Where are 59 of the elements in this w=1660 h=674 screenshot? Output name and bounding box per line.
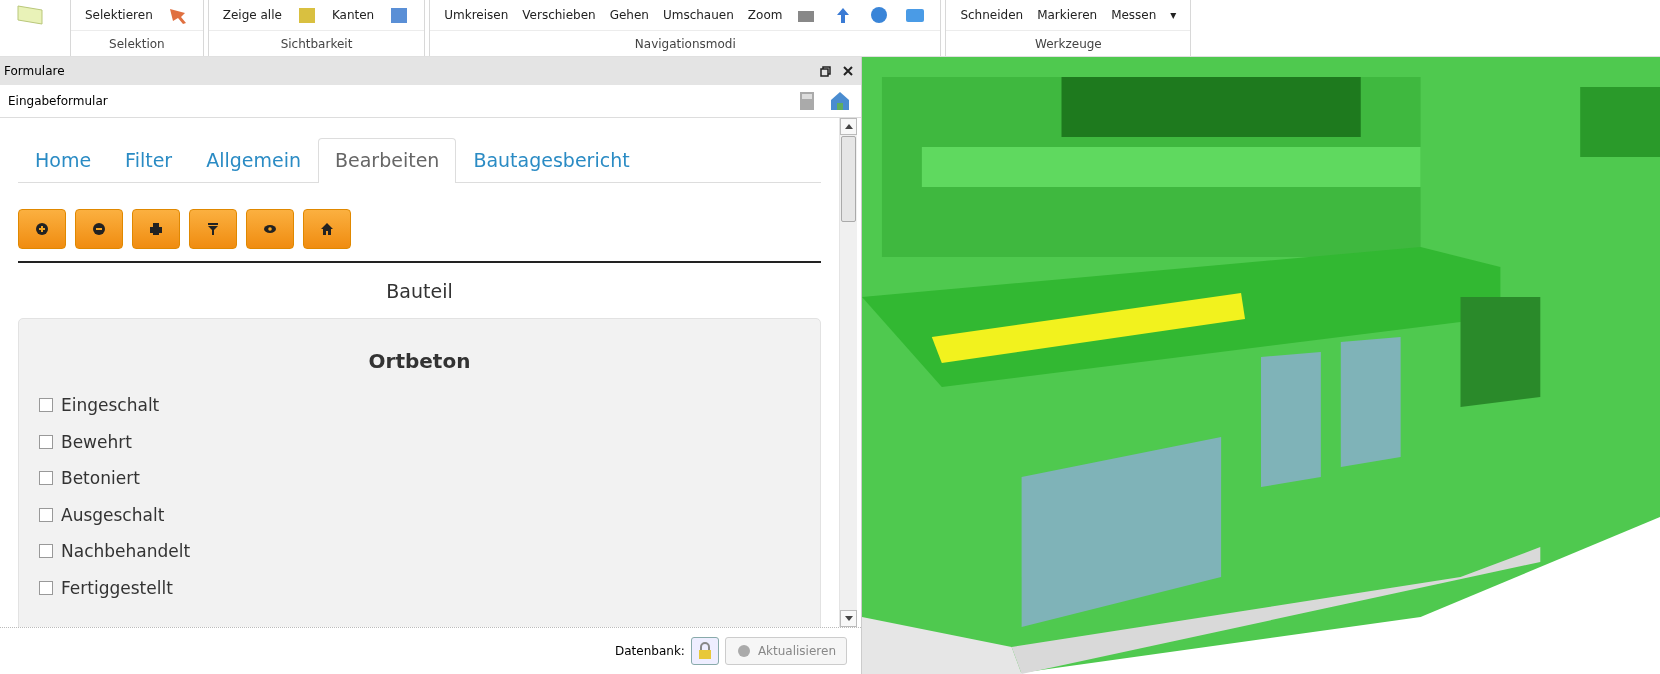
- tab[interactable]: Allgemein: [189, 138, 318, 183]
- tab[interactable]: Filter: [108, 138, 190, 183]
- ribbon-button[interactable]: Kanten: [331, 8, 375, 22]
- house-icon: [320, 222, 334, 236]
- ribbon-button[interactable]: Umschauen: [662, 8, 734, 22]
- home-button[interactable]: [303, 209, 351, 249]
- print-button[interactable]: [132, 209, 180, 249]
- lock-button[interactable]: [690, 637, 719, 665]
- ribbon-button[interactable]: Zeige alle: [222, 8, 282, 22]
- ribbon-button[interactable]: Messen: [1111, 8, 1157, 22]
- minus-icon: [92, 222, 106, 236]
- tab[interactable]: Bautagesbericht: [456, 138, 647, 183]
- ribbon-button[interactable]: Gehen: [609, 8, 649, 22]
- scroll-down-icon[interactable]: [840, 610, 857, 627]
- ribbon-group-label: Navigationsmodi: [430, 30, 941, 56]
- view-button[interactable]: [246, 209, 294, 249]
- ribbon-button[interactable]: Selektieren: [85, 8, 153, 22]
- panel-title: Formulare: [4, 64, 65, 78]
- form-title: Eingabeformular: [8, 94, 108, 108]
- checkbox-label[interactable]: Betoniert: [61, 468, 140, 489]
- checkbox-label[interactable]: Bewehrt: [61, 431, 132, 452]
- tab[interactable]: Home: [18, 138, 109, 183]
- plus-icon: [35, 222, 49, 236]
- ribbon-group-label: Selektion: [71, 30, 203, 56]
- ribbon-button[interactable]: Markieren: [1037, 8, 1098, 22]
- house-icon[interactable]: [829, 90, 851, 112]
- printer-icon: [149, 222, 163, 236]
- eye-icon: [263, 222, 277, 236]
- checkbox[interactable]: [39, 507, 53, 522]
- checkbox[interactable]: [39, 434, 53, 449]
- close-icon[interactable]: [843, 66, 853, 76]
- ribbon-button[interactable]: Schneiden: [960, 8, 1024, 22]
- ribbon-button[interactable]: Verschieben: [522, 8, 596, 22]
- dropdown-arrow[interactable]: ▾: [1170, 8, 1177, 22]
- ribbon-group-label: Werkzeuge: [946, 30, 1191, 56]
- checkbox[interactable]: [39, 471, 53, 486]
- printer-icon[interactable]: [797, 90, 817, 112]
- scroll-up-icon[interactable]: [840, 118, 857, 135]
- restore-icon[interactable]: [820, 65, 831, 77]
- filter-icon: [206, 222, 220, 236]
- checkbox-label[interactable]: Ausgeschalt: [61, 504, 165, 525]
- checkbox[interactable]: [39, 544, 53, 559]
- scroll-thumb[interactable]: [841, 136, 856, 222]
- checkbox[interactable]: [39, 398, 53, 413]
- ribbon-button[interactable]: Zoom: [747, 8, 783, 22]
- tab[interactable]: Bearbeiten: [318, 138, 457, 183]
- ribbon-button[interactable]: Umkreisen: [444, 8, 509, 22]
- lock-icon: [696, 642, 713, 660]
- filter-button[interactable]: [189, 209, 237, 249]
- add-button[interactable]: [18, 209, 66, 249]
- checkbox-label[interactable]: Nachbehandelt: [61, 541, 191, 562]
- database-label: Datenbank:: [615, 644, 685, 658]
- remove-button[interactable]: [75, 209, 123, 249]
- ribbon-group-label: Sichtbarkeit: [208, 30, 425, 56]
- section-title: Bauteil: [385, 279, 454, 304]
- checkbox-label[interactable]: Fertiggestellt: [61, 577, 173, 598]
- card-title: Ortbeton: [367, 349, 472, 373]
- checkbox[interactable]: [39, 580, 53, 595]
- checkbox-label[interactable]: Eingeschalt: [61, 395, 160, 416]
